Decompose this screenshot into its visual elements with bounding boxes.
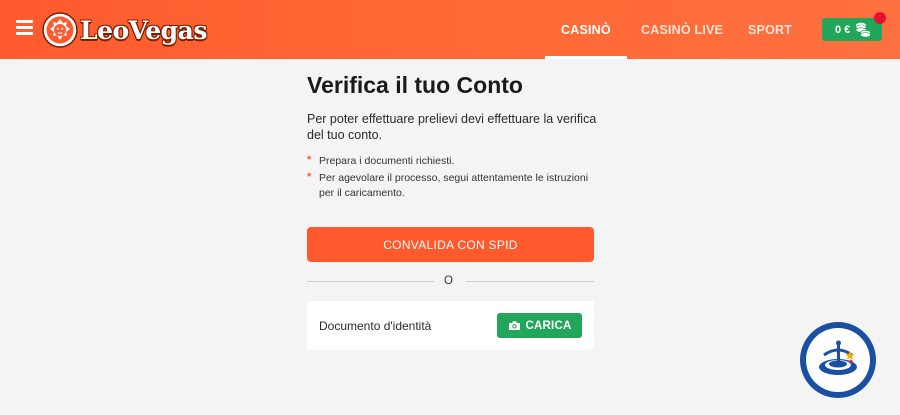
divider-right [466,281,594,282]
list-item: Per agevolare il processo, segui attenta… [307,170,597,201]
instructions-list: Prepara i documenti richiesti. Per agevo… [307,153,597,203]
brand-name: LeoVegas [80,15,207,45]
balance-button[interactable]: 0 € [822,18,882,41]
balance-amount: 0 € [835,23,851,36]
nav-tab-casino-live[interactable]: CASINÒ LIVE [641,0,723,59]
document-label: Documento d'identità [319,319,432,333]
coins-icon [855,22,871,37]
divider-left [307,281,434,282]
hamburger-menu-icon[interactable] [16,20,33,35]
leovegas-logo[interactable]: LeoVegas [42,11,207,49]
list-item: Prepara i documenti richiesti. [307,153,597,169]
upload-button-label: CARICA [525,319,572,332]
page-description: Per poter effettuare prelievi devi effet… [307,112,597,142]
notification-badge [874,12,886,24]
spinning-top-badge-icon[interactable] [800,322,876,398]
page-title: Verifica il tuo Conto [307,72,523,98]
lion-head-logo-icon [42,12,78,48]
spinning-top-icon [819,340,857,375]
identity-document-card: Documento d'identità CARICA [307,301,594,350]
spid-validate-button[interactable]: CONVALIDA CON SPID [307,227,594,262]
top-navigation-bar: LeoVegas CASINÒ CASINÒ LIVE SPORT 0 € [0,0,900,59]
nav-tab-casino[interactable]: CASINÒ [545,0,627,59]
upload-document-button[interactable]: CARICA [497,313,582,338]
nav-tab-sport[interactable]: SPORT [748,0,792,59]
camera-icon [508,321,520,330]
divider-or-label: O [444,275,453,287]
